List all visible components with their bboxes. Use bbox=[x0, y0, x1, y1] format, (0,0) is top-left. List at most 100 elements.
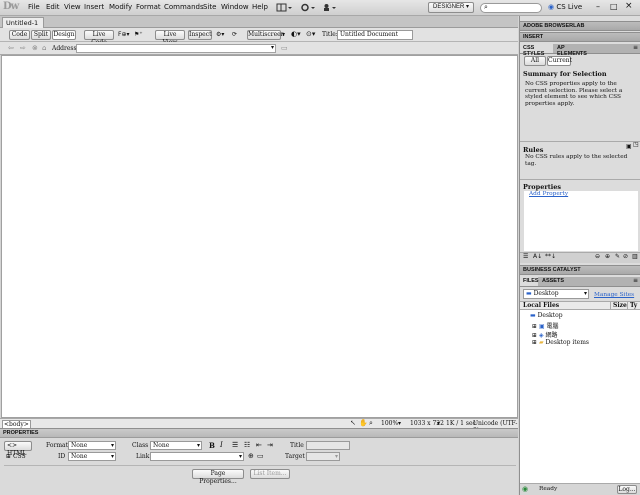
local-files-header[interactable]: Local Files bbox=[523, 302, 559, 309]
inspect-flag-icon[interactable]: ⚑⁺ bbox=[134, 31, 143, 38]
design-canvas[interactable] bbox=[1, 55, 518, 418]
refresh-icon[interactable]: ⟳ bbox=[232, 31, 237, 38]
menu-edit[interactable]: Edit bbox=[46, 3, 60, 11]
tab-assets[interactable]: ASSETS bbox=[539, 277, 564, 286]
type-column-header[interactable]: Ty bbox=[627, 302, 637, 309]
menu-format[interactable]: Format bbox=[136, 3, 161, 11]
minimize-icon[interactable]: – bbox=[596, 2, 600, 11]
all-mode-button[interactable]: All bbox=[524, 56, 546, 66]
italic-button[interactable]: I bbox=[220, 441, 223, 449]
browser-preview-icon[interactable]: ⚙▾ bbox=[216, 31, 224, 38]
link-input[interactable]: ▾ bbox=[150, 452, 244, 461]
menu-insert[interactable]: Insert bbox=[84, 3, 104, 11]
expand-icon[interactable]: ⊞ bbox=[532, 323, 537, 330]
splitter[interactable] bbox=[520, 179, 640, 182]
gear-icon[interactable] bbox=[300, 3, 316, 14]
business-catalyst-header[interactable]: BUSINESS CATALYST bbox=[520, 265, 640, 275]
site-select[interactable]: ▬ Desktop ▾ bbox=[523, 289, 589, 299]
address-options-icon[interactable]: ▭ bbox=[281, 44, 288, 52]
indent-icon[interactable]: ⇥ bbox=[267, 441, 273, 449]
ordered-list-icon[interactable]: ☷ bbox=[244, 441, 250, 449]
menu-commands[interactable]: Commands bbox=[164, 3, 204, 11]
document-tab[interactable]: Untitled-1 × bbox=[2, 17, 44, 35]
extend-icon[interactable] bbox=[322, 3, 338, 14]
menu-file[interactable]: File bbox=[28, 3, 40, 11]
close-icon[interactable]: × bbox=[625, 1, 633, 11]
menu-window[interactable]: Window bbox=[221, 3, 249, 11]
set-properties-icon[interactable]: **↓ bbox=[545, 253, 556, 260]
workspace-switcher[interactable]: DESIGNER ▾ bbox=[428, 2, 474, 13]
layout-icon[interactable] bbox=[276, 3, 292, 14]
cs-live-button[interactable]: ◉ CS Live bbox=[548, 3, 588, 13]
split-view-button[interactable]: Split bbox=[31, 30, 51, 40]
attach-stylesheet-icon[interactable]: ⊖ bbox=[595, 253, 600, 260]
class-select[interactable]: None ▾ bbox=[150, 441, 202, 450]
stop-icon[interactable]: ⊗ bbox=[32, 44, 38, 52]
page-properties-button[interactable]: Page Properties... bbox=[192, 469, 244, 485]
back-icon[interactable]: ⇦ bbox=[8, 44, 14, 52]
panel-menu-icon[interactable]: ≡ bbox=[633, 44, 638, 51]
outdent-icon[interactable]: ⇤ bbox=[256, 441, 262, 449]
list-view-icon[interactable]: A↓ bbox=[533, 253, 542, 260]
list-item-button[interactable]: List Item... bbox=[250, 469, 290, 479]
insert-panel-header[interactable]: INSERT bbox=[520, 32, 640, 42]
category-view-icon[interactable]: ☰ bbox=[523, 253, 528, 260]
zoom-select[interactable]: 100% bbox=[381, 420, 398, 427]
maximize-icon[interactable]: □ bbox=[610, 2, 618, 11]
trash-icon[interactable]: ▥ bbox=[632, 253, 638, 260]
target-select[interactable]: ▾ bbox=[306, 452, 340, 461]
home-icon[interactable]: ⌂ bbox=[42, 44, 46, 52]
rules-cascade-icon[interactable]: ◳ bbox=[633, 141, 639, 148]
browse-folder-icon[interactable]: ▭ bbox=[257, 452, 264, 460]
document-title-input[interactable]: Untitled Document bbox=[337, 30, 413, 40]
visual-aids-icon[interactable]: ⊙▾ bbox=[306, 30, 315, 38]
disable-rule-icon[interactable]: ⊘ bbox=[623, 253, 628, 260]
select-tool-icon[interactable]: ↖ bbox=[350, 419, 356, 427]
panel-menu-icon[interactable]: ≡ bbox=[633, 277, 638, 284]
expand-icon[interactable]: ⊞ bbox=[532, 332, 537, 339]
tree-item-desktop-items[interactable]: ⊞ ▰ Desktop items bbox=[532, 339, 589, 346]
manage-sites-link[interactable]: Manage Sites bbox=[594, 292, 634, 299]
address-input[interactable]: ▾ bbox=[76, 44, 276, 53]
multiscreen-dropdown-icon[interactable]: ▾ bbox=[282, 31, 285, 38]
window-size-dropdown-icon[interactable]: ▾ bbox=[437, 420, 440, 427]
edit-rule-icon[interactable]: ✎ bbox=[615, 253, 620, 260]
browserlab-panel-header[interactable]: ADOBE BROWSERLAB bbox=[520, 21, 640, 31]
menu-site[interactable]: Site bbox=[203, 3, 216, 11]
new-rule-icon[interactable]: ⊕ bbox=[605, 253, 610, 260]
format-select[interactable]: None ▾ bbox=[68, 441, 116, 450]
code-view-button[interactable]: Code bbox=[9, 30, 30, 40]
forward-icon[interactable]: ⇨ bbox=[20, 44, 26, 52]
rules-info-icon[interactable]: ▣ bbox=[626, 143, 632, 150]
menu-view[interactable]: View bbox=[64, 3, 81, 11]
tab-ap-elements[interactable]: AP ELEMENTS bbox=[554, 44, 594, 57]
live-code-button[interactable]: Live Code bbox=[84, 30, 114, 46]
add-property-link[interactable]: Add Property bbox=[529, 191, 568, 198]
search-input[interactable]: ⌕ bbox=[480, 3, 542, 13]
tab-files[interactable]: FILES bbox=[520, 277, 539, 286]
tab-css-styles[interactable]: CSS STYLES bbox=[520, 44, 553, 57]
log-button[interactable]: Log... bbox=[617, 485, 637, 494]
multiscreen-button[interactable]: Multiscreen bbox=[247, 30, 285, 40]
globe-icon[interactable]: ◐▾ bbox=[291, 30, 301, 38]
live-view-button[interactable]: Live View bbox=[155, 30, 185, 46]
title-field-input[interactable] bbox=[306, 441, 350, 450]
id-select[interactable]: None ▾ bbox=[68, 452, 116, 461]
unordered-list-icon[interactable]: ☰ bbox=[232, 441, 238, 449]
inspect-button[interactable]: Inspect bbox=[188, 30, 212, 40]
tree-item-computer[interactable]: ⊞ ▣ 電腦 bbox=[532, 321, 559, 330]
menu-modify[interactable]: Modify bbox=[109, 3, 132, 11]
zoom-dropdown-icon[interactable]: ▾ bbox=[398, 420, 401, 427]
design-view-button[interactable]: Design bbox=[52, 30, 76, 40]
point-to-file-icon[interactable]: ⊕ bbox=[248, 452, 254, 460]
splitter[interactable] bbox=[520, 141, 640, 144]
current-mode-button[interactable]: Current bbox=[547, 56, 572, 66]
html-mode-button[interactable]: <> HTML bbox=[4, 441, 32, 457]
css-mode-button[interactable]: ⊞ CSS bbox=[6, 453, 26, 460]
size-column-header[interactable]: Size bbox=[610, 302, 627, 309]
chevron-down-icon[interactable]: ▾ bbox=[271, 44, 274, 51]
tree-item-desktop[interactable]: ▬ Desktop bbox=[530, 312, 563, 319]
menu-help[interactable]: Help bbox=[252, 3, 268, 11]
bold-button[interactable]: B bbox=[209, 441, 215, 450]
tree-item-network[interactable]: ⊞ ◈ 網路 bbox=[532, 330, 558, 339]
